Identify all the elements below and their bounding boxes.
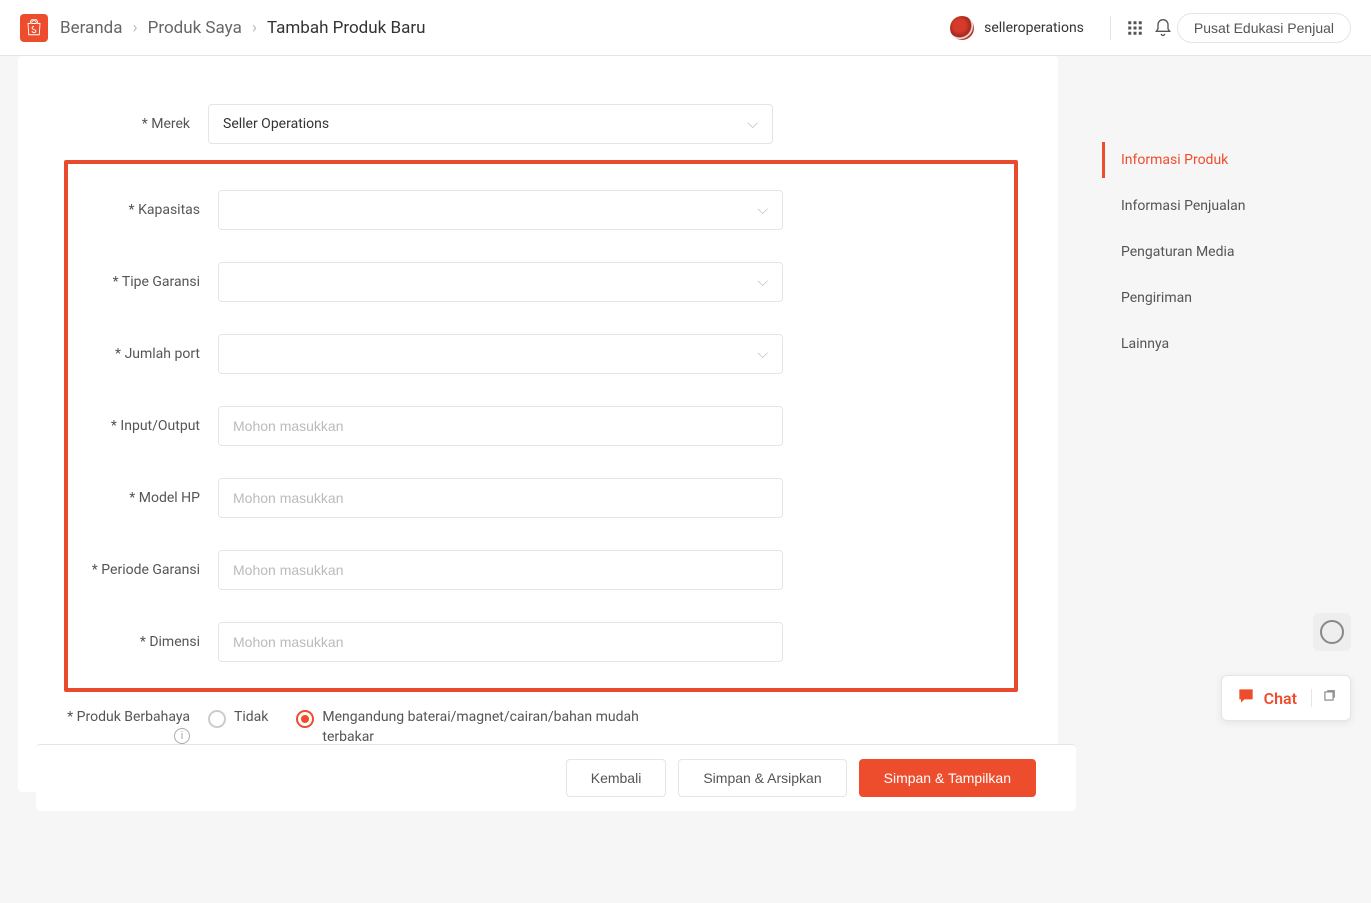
warranty-type-select[interactable]: ⌵ [218, 262, 783, 302]
user-area[interactable]: selleroperations [950, 16, 1084, 40]
chevron-down-icon: ⌵ [757, 202, 768, 218]
hazard-radio-no[interactable]: Tidak [208, 708, 268, 728]
save-publish-button[interactable]: Simpan & Tampilkan [859, 759, 1036, 797]
breadcrumb-home[interactable]: Beranda [60, 18, 123, 38]
label-port-count: * Jumlah port [68, 345, 218, 363]
sidenav-item-lainnya[interactable]: Lainnya [1102, 326, 1312, 362]
back-button[interactable]: Kembali [566, 759, 667, 797]
sidenav-item-info-penjualan[interactable]: Informasi Penjualan [1102, 188, 1312, 224]
education-button[interactable]: Pusat Edukasi Penjual [1177, 13, 1351, 43]
label-warranty-type: * Tipe Garansi [68, 273, 218, 291]
shopee-logo[interactable] [20, 14, 48, 42]
bell-icon[interactable] [1149, 14, 1177, 42]
io-input[interactable] [218, 406, 783, 446]
chevron-down-icon: ⌵ [757, 346, 768, 362]
topbar: Beranda › Produk Saya › Tambah Produk Ba… [0, 0, 1371, 56]
label-capacity: * Kapasitas [68, 201, 218, 219]
footer-bar: Kembali Simpan & Arsipkan Simpan & Tampi… [36, 744, 1076, 811]
divider [1110, 16, 1111, 40]
warranty-period-input[interactable] [218, 550, 783, 590]
info-icon[interactable]: i [174, 728, 190, 744]
highlight-box: * Kapasitas ⌵ * Tipe Garansi ⌵ [64, 160, 1018, 692]
radio-on-icon [296, 710, 314, 728]
bag-icon [25, 19, 43, 37]
capacity-select[interactable]: ⌵ [218, 190, 783, 230]
save-archive-button[interactable]: Simpan & Arsipkan [678, 759, 846, 797]
form-card: * Merek Seller Operations ⌵ * Kapasitas [18, 56, 1058, 792]
sidenav-item-media[interactable]: Pengaturan Media [1102, 234, 1312, 270]
label-model-hp: * Model HP [68, 489, 218, 507]
avatar [950, 16, 974, 40]
label-hazard: * Produk Berbahaya i [58, 706, 208, 744]
breadcrumb-current: Tambah Produk Baru [267, 18, 426, 38]
chevron-right-icon: › [133, 18, 138, 38]
label-io: * Input/Output [68, 417, 218, 435]
chat-label: Chat [1264, 689, 1297, 708]
help-float-button[interactable] [1313, 613, 1351, 651]
breadcrumb-products[interactable]: Produk Saya [148, 18, 242, 38]
sidenav-item-pengiriman[interactable]: Pengiriman [1102, 280, 1312, 316]
label-dimension: * Dimensi [68, 633, 218, 651]
popout-icon [1311, 689, 1336, 707]
breadcrumb: Beranda › Produk Saya › Tambah Produk Ba… [60, 18, 425, 38]
sidenav: Informasi Produk Informasi Penjualan Pen… [1102, 56, 1312, 879]
chevron-down-icon: ⌵ [757, 274, 768, 290]
label-brand: * Merek [58, 115, 208, 133]
dimension-input[interactable] [218, 622, 783, 662]
port-count-select[interactable]: ⌵ [218, 334, 783, 374]
brand-value: Seller Operations [223, 116, 329, 132]
username: selleroperations [984, 20, 1084, 36]
model-hp-input[interactable] [218, 478, 783, 518]
chat-button[interactable]: Chat [1221, 675, 1351, 721]
label-warranty-period: * Periode Garansi [68, 561, 218, 579]
apps-icon[interactable] [1121, 14, 1149, 42]
chat-icon [1236, 686, 1256, 710]
hazard-radio-yes[interactable]: Mengandung baterai/magnet/cairan/bahan m… [296, 708, 642, 747]
radio-off-icon [208, 710, 226, 728]
brand-select[interactable]: Seller Operations ⌵ [208, 104, 773, 144]
chevron-right-icon: › [252, 18, 257, 38]
chevron-down-icon: ⌵ [747, 116, 758, 132]
sidenav-item-info-produk[interactable]: Informasi Produk [1102, 142, 1312, 178]
